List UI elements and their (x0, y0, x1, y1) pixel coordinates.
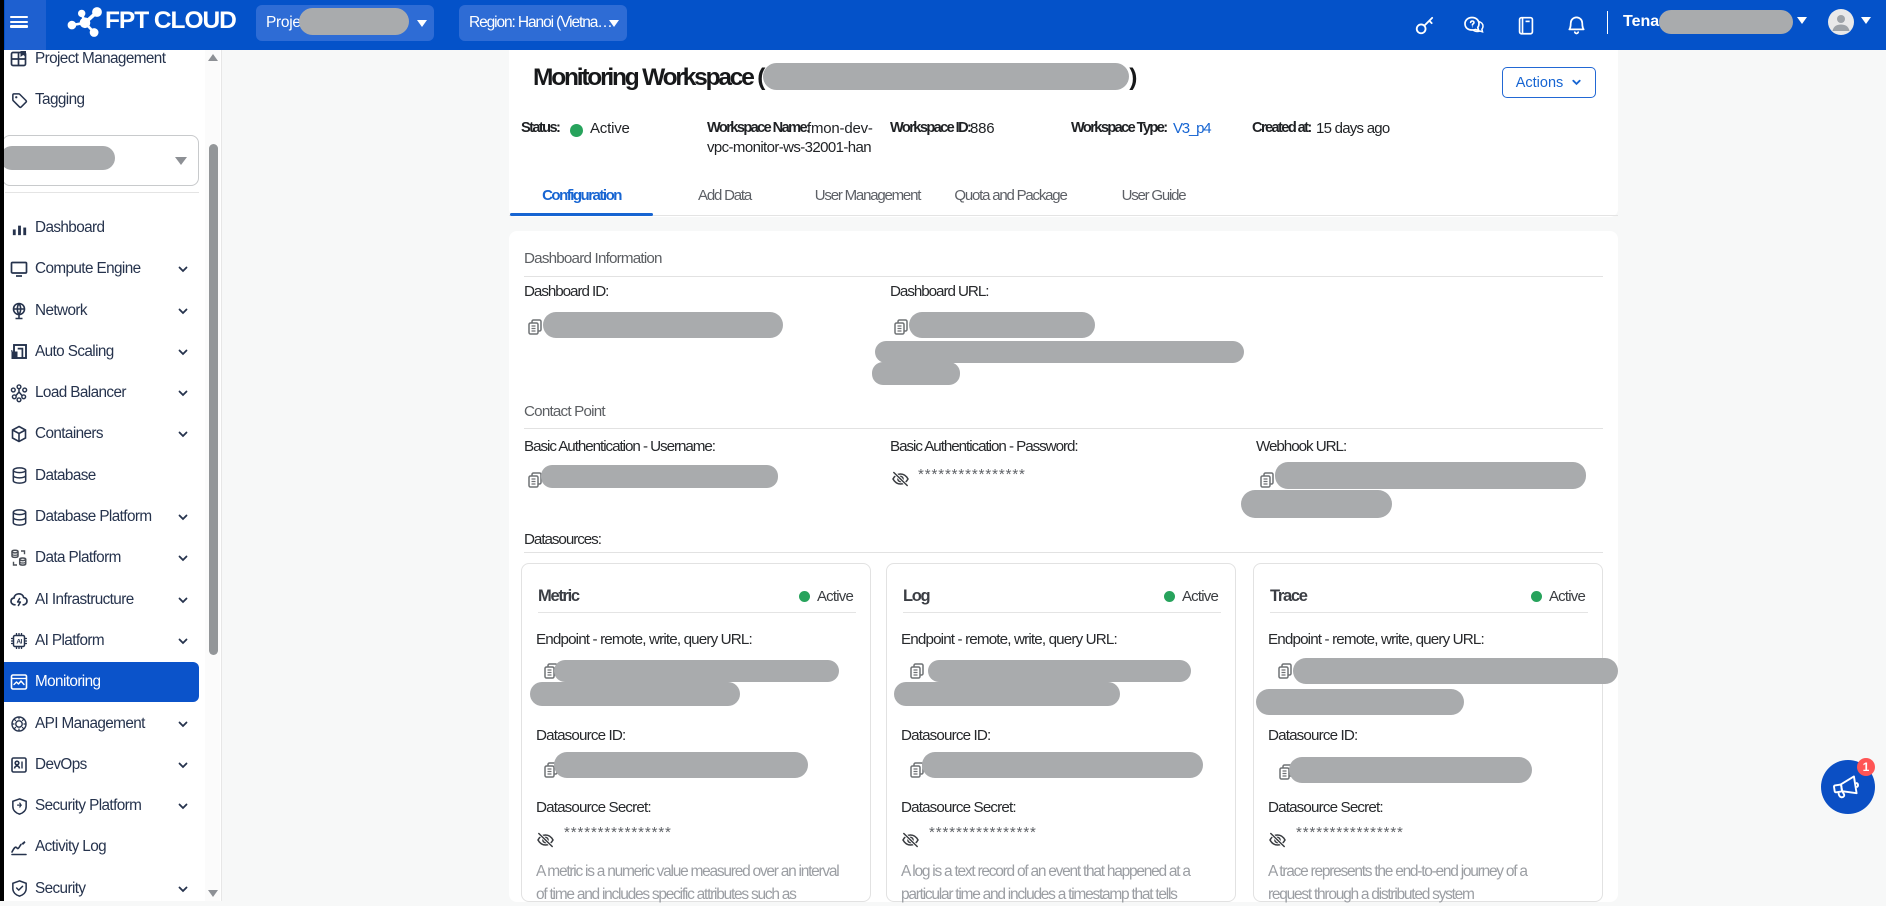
svg-text:AI: AI (16, 639, 22, 646)
